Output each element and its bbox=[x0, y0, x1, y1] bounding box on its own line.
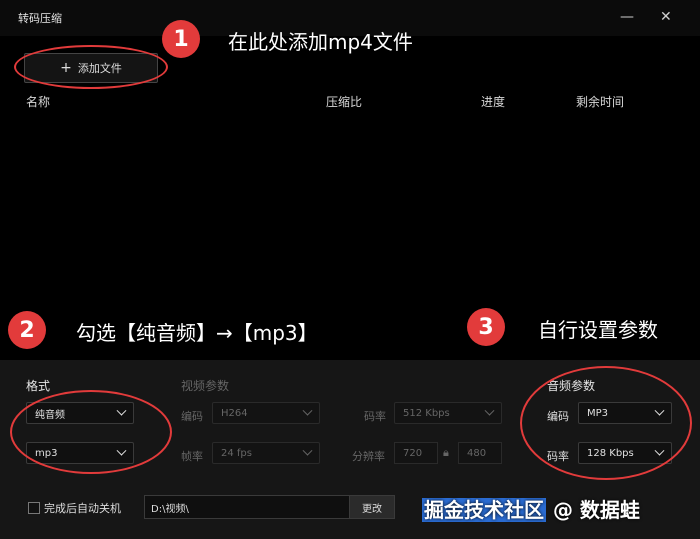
annotation-text-3: 自行设置参数 bbox=[538, 318, 658, 342]
video-codec-label: 编码 bbox=[181, 410, 203, 423]
column-progress[interactable]: 进度 bbox=[481, 93, 505, 110]
watermark: 掘金技术社区 @ 数据蛙 bbox=[422, 494, 640, 523]
video-bitrate-value: 512 Kbps bbox=[403, 407, 450, 419]
video-width-input[interactable]: 720 bbox=[394, 442, 438, 464]
column-remaining[interactable]: 剩余时间 bbox=[576, 93, 624, 110]
video-title: 视频参数 bbox=[181, 379, 230, 393]
video-codec-select[interactable]: H264 bbox=[212, 402, 320, 424]
chevron-down-icon bbox=[302, 445, 313, 456]
column-ratio[interactable]: 压缩比 bbox=[326, 93, 362, 110]
watermark-site: 掘金技术社区 bbox=[422, 498, 546, 522]
annotation-ring-3 bbox=[520, 366, 692, 480]
minimize-icon[interactable]: — bbox=[620, 8, 634, 26]
chevron-down-icon bbox=[302, 405, 313, 416]
video-bitrate-label: 码率 bbox=[364, 410, 386, 423]
video-fps-value: 24 fps bbox=[221, 447, 252, 459]
video-bitrate-select[interactable]: 512 Kbps bbox=[394, 402, 502, 424]
annotation-marker-3: 3 bbox=[467, 308, 505, 346]
video-fps-select[interactable]: 24 fps bbox=[212, 442, 320, 464]
video-resolution-label: 分辨率 bbox=[352, 450, 385, 463]
output-path-input[interactable]: D:\视频\ bbox=[144, 495, 350, 519]
annotation-ring-1 bbox=[14, 45, 168, 89]
video-codec-value: H264 bbox=[221, 407, 248, 419]
column-name[interactable]: 名称 bbox=[26, 93, 50, 110]
close-icon[interactable]: ✕ bbox=[660, 8, 672, 26]
lock-icon[interactable]: 🔒︎ bbox=[443, 446, 449, 460]
chevron-down-icon bbox=[484, 405, 495, 416]
watermark-author: @ 数据蛙 bbox=[546, 498, 640, 522]
format-title: 格式 bbox=[26, 379, 51, 393]
change-path-button[interactable]: 更改 bbox=[349, 495, 395, 519]
auto-shutdown-checkbox[interactable] bbox=[28, 502, 40, 514]
annotation-text-2: 勾选【纯音频】→【mp3】 bbox=[76, 321, 318, 345]
annotation-text-1: 在此处添加mp4文件 bbox=[228, 30, 413, 54]
annotation-marker-1: 1 bbox=[162, 20, 200, 58]
auto-shutdown-label: 完成后自动关机 bbox=[44, 502, 121, 515]
annotation-marker-2: 2 bbox=[8, 311, 46, 349]
video-height-input[interactable]: 480 bbox=[458, 442, 502, 464]
video-fps-label: 帧率 bbox=[181, 450, 203, 463]
window-title: 转码压缩 bbox=[18, 12, 62, 25]
annotation-ring-2 bbox=[10, 390, 172, 474]
